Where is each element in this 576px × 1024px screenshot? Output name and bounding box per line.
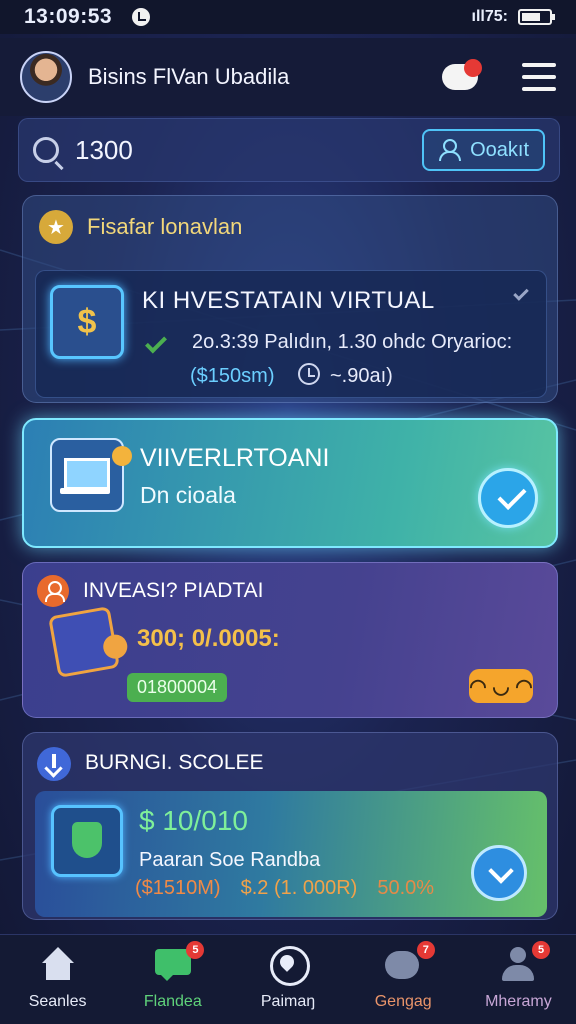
virtual-card-title: VIIVERLRTOANI xyxy=(140,444,330,472)
laptop-icon xyxy=(50,438,124,512)
bottom-nav: Seanles 5 Flandea Paimaŋ 7 Gengag 5 Mher… xyxy=(0,934,576,1024)
featured-card-header: ★ Fisafar lonavlan xyxy=(23,196,557,258)
menu-button[interactable] xyxy=(522,63,556,91)
avatar[interactable] xyxy=(20,51,72,103)
expand-chevron-button[interactable] xyxy=(471,845,527,901)
status-notification-icon xyxy=(132,8,151,26)
nav-label: Seanles xyxy=(28,993,87,1010)
confirm-check-button[interactable] xyxy=(478,468,538,528)
page-title: Bisins FlVan Ubadila xyxy=(88,64,290,89)
investment-title: KI HVESTATAIN VIRTUAL xyxy=(142,287,435,314)
menu-icon-line xyxy=(522,63,556,67)
clipboard-icon xyxy=(48,606,120,678)
nav-badge: 7 xyxy=(416,941,435,959)
person-icon xyxy=(37,575,69,607)
home-icon xyxy=(38,947,78,983)
search-button-label: Ooakıt xyxy=(470,138,529,161)
download-icon xyxy=(37,747,71,781)
nav-item-home[interactable]: Seanles xyxy=(0,935,115,1024)
chat-badge xyxy=(464,59,482,77)
scores-value: $.2 (1. 000R) xyxy=(240,877,358,899)
app-header: Bisins FlVan Ubadila xyxy=(0,38,576,116)
status-time: 13:09:53 xyxy=(24,5,113,28)
platform-card-title: INVEASI? PIADTAI xyxy=(83,579,264,602)
virtual-card-subtitle: Dn cioala xyxy=(140,482,236,508)
compass-icon xyxy=(268,946,310,986)
scores-value: ($1510M) xyxy=(135,877,221,899)
nav-item-messages[interactable]: 5 Flandea xyxy=(115,935,230,1024)
investment-amount: ($150sm) xyxy=(190,365,275,387)
nav-label: Paimaŋ xyxy=(260,993,316,1010)
nav-label: Flandea xyxy=(143,993,202,1010)
search-bar: Ooakıt xyxy=(18,118,560,182)
shield-icon xyxy=(51,805,123,877)
user-icon xyxy=(438,139,462,161)
scores-card[interactable]: BURNGI. SCOLEE $ 10/010 Paaran Soe Randb… xyxy=(22,732,558,920)
platform-amount: 300; 0/.0005: xyxy=(137,625,280,652)
coin-icon: $ xyxy=(50,285,124,359)
search-input[interactable] xyxy=(75,134,395,166)
scores-subtitle: Paaran Soe Randba xyxy=(139,849,321,871)
menu-icon-line xyxy=(522,75,556,79)
status-badge: 01800004 xyxy=(127,673,228,702)
nav-label: Gengag xyxy=(374,993,432,1010)
investment-meta: 2o.3:39 Palıdın, 1.30 ohdc Oryarioc: xyxy=(192,331,513,353)
reaction-button[interactable]: ◠ ◡ ◠ xyxy=(469,669,533,703)
smile-icon: ◠ ◡ ◠ xyxy=(469,675,533,698)
scores-card-title: BURNGI. SCOLEE xyxy=(85,751,264,774)
investment-platform-card[interactable]: INVEASI? PIADTAI 300; 0/.0005: 01800004 … xyxy=(22,562,558,718)
menu-icon-line xyxy=(522,87,556,91)
scores-amount: $ 10/010 xyxy=(139,805,248,836)
clock-icon xyxy=(298,363,320,385)
signal-text: ıll75: xyxy=(471,8,508,25)
nav-item-profile[interactable]: 5 Mheramy xyxy=(461,935,576,1024)
nav-item-explore[interactable]: Paimaŋ xyxy=(230,935,345,1024)
investment-item[interactable]: $ KI HVESTATAIN VIRTUAL 2o.3:39 Palıdın,… xyxy=(35,270,547,398)
featured-card[interactable]: ★ Fisafar lonavlan $ KI HVESTATAIN VIRTU… xyxy=(22,195,558,403)
scores-values: ($1510M) $.2 (1. 000R) 50.0% xyxy=(135,877,434,900)
investment-value: ~.90aı) xyxy=(330,365,393,387)
battery-icon xyxy=(518,9,555,25)
scores-item[interactable]: $ 10/010 Paaran Soe Randba ($1510M) $.2 … xyxy=(35,791,547,917)
nav-label: Mheramy xyxy=(485,993,552,1010)
check-green-icon xyxy=(145,331,167,354)
nav-item-groups[interactable]: 7 Gengag xyxy=(346,935,461,1024)
virtual-card[interactable]: VIIVERLRTOANI Dn cioala xyxy=(22,418,558,548)
gear-icon xyxy=(112,446,132,466)
nav-badge: 5 xyxy=(186,941,205,959)
nav-badge: 5 xyxy=(532,941,551,959)
star-icon: ★ xyxy=(39,210,73,244)
status-bar: 13:09:53 ıll75: xyxy=(0,0,576,34)
check-icon xyxy=(513,285,529,301)
scores-value: 50.0% xyxy=(377,877,435,899)
status-indicators: ıll75: xyxy=(471,8,555,26)
search-icon[interactable] xyxy=(33,137,59,163)
featured-card-title: Fisafar lonavlan xyxy=(87,214,243,239)
chat-button[interactable] xyxy=(438,55,482,99)
search-button[interactable]: Ooakıt xyxy=(422,129,545,171)
